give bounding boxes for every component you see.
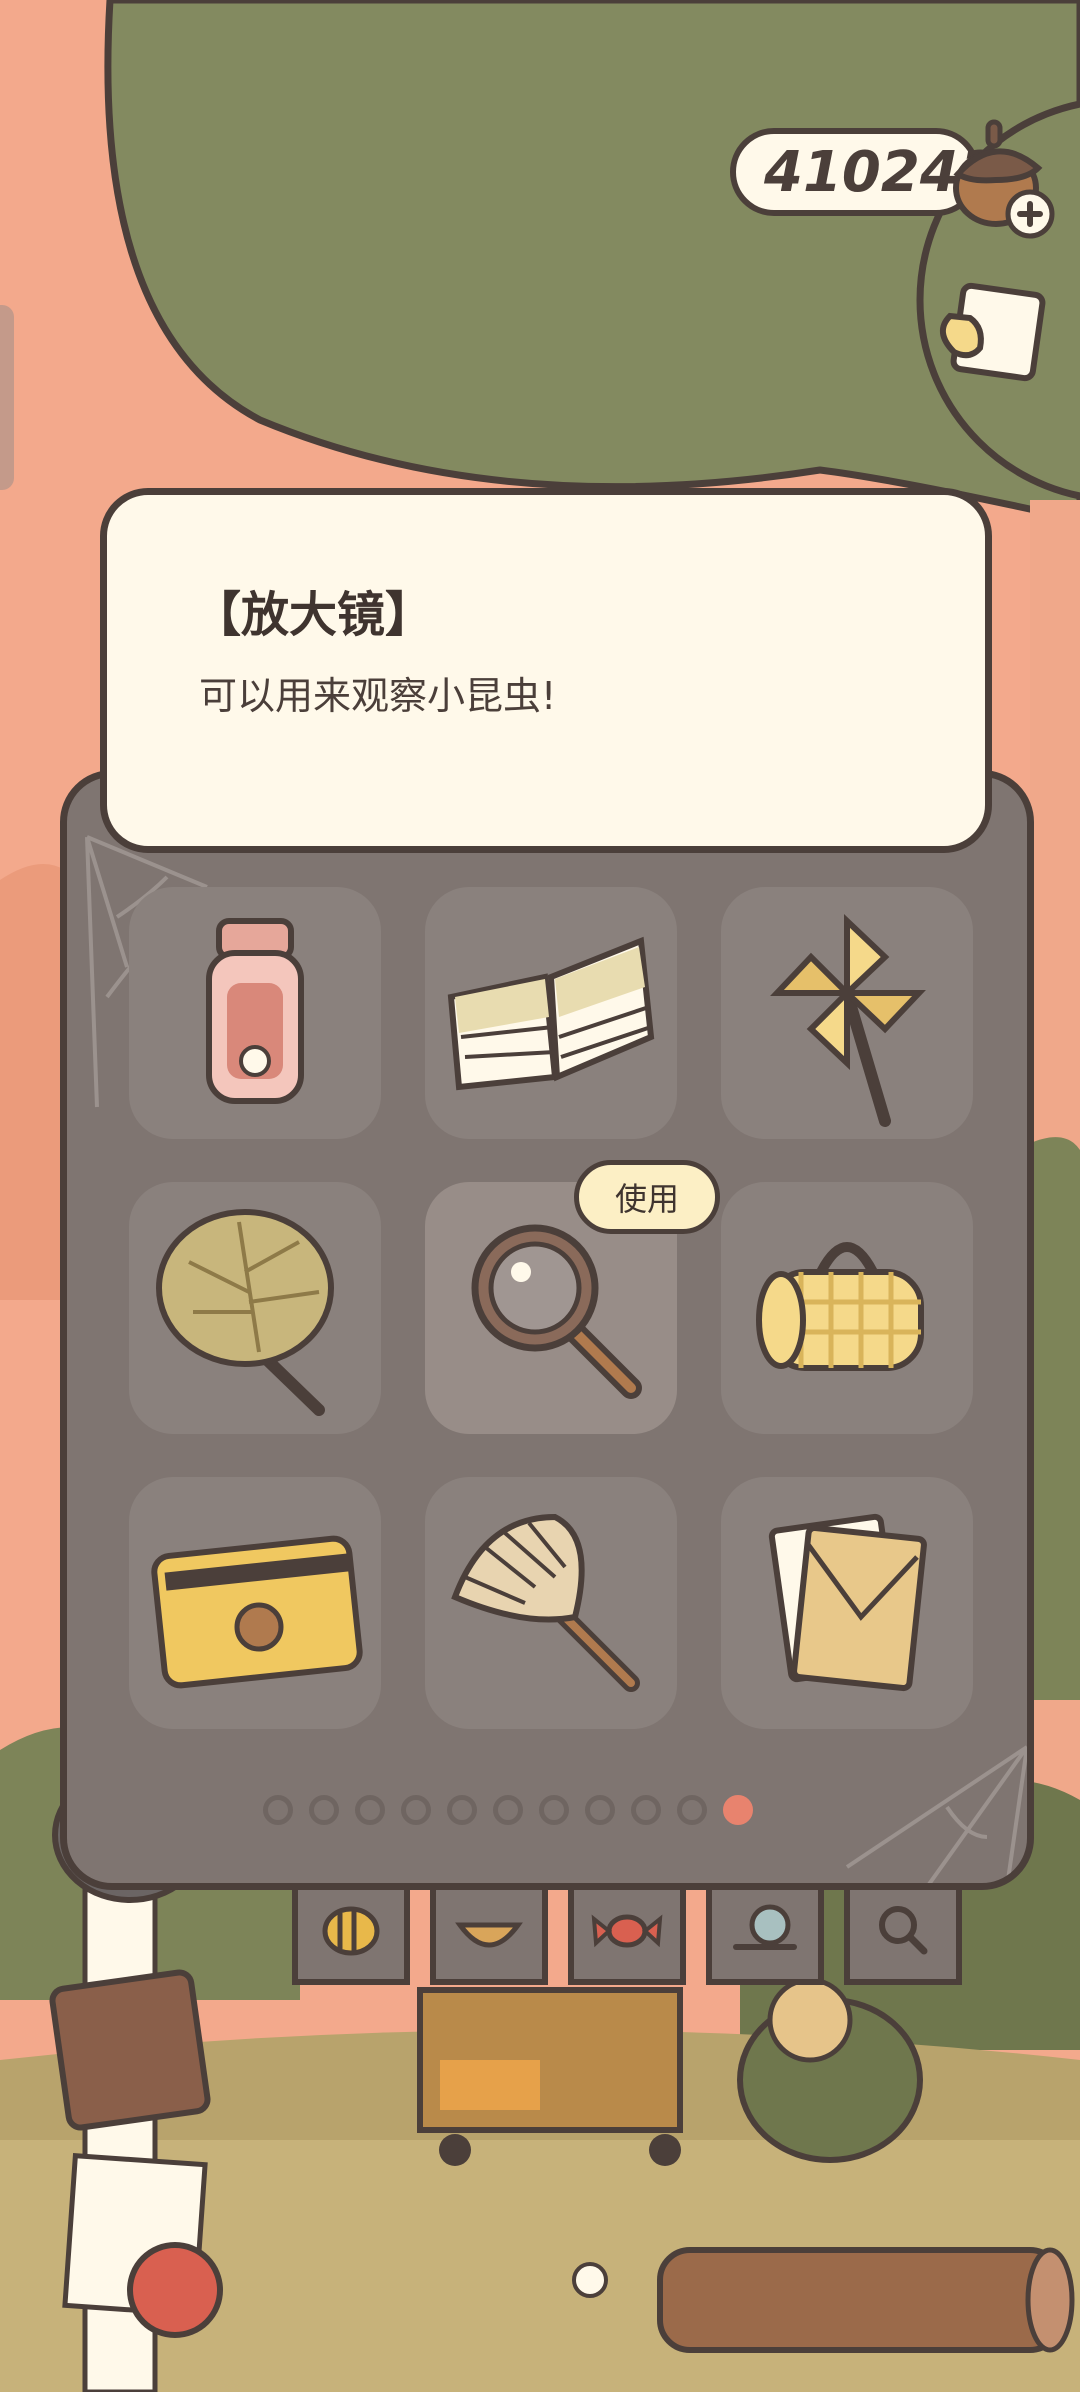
- cup-menu-button[interactable]: [930, 268, 1060, 398]
- tab-bowl[interactable]: [430, 1885, 548, 1985]
- book-icon: [447, 936, 655, 1091]
- page-indicator: [263, 1795, 753, 1835]
- side-handle[interactable]: [0, 305, 14, 490]
- pinwheel-icon: [770, 914, 926, 1127]
- page-dot[interactable]: [263, 1795, 293, 1825]
- bee-icon: [322, 1906, 380, 1956]
- candy-icon: [591, 1914, 663, 1948]
- search-icon: [879, 1906, 928, 1955]
- page-dot[interactable]: [631, 1795, 661, 1825]
- snail-icon: [733, 1904, 797, 1950]
- acorn-icon: [953, 119, 1055, 239]
- inventory-slot-book[interactable]: [425, 887, 677, 1139]
- inventory-slot-card[interactable]: [129, 1477, 381, 1729]
- inventory-slot-jar[interactable]: [129, 887, 381, 1139]
- item-description: 可以用来观察小昆虫!: [199, 674, 557, 718]
- use-button-label: 使用: [614, 1180, 679, 1218]
- item-title: 【放大镜】: [193, 587, 434, 643]
- feather-duster-icon: [451, 1513, 640, 1692]
- cup-icon: [940, 282, 1046, 382]
- inventory-slot-pinwheel[interactable]: [721, 887, 973, 1139]
- tab-bee[interactable]: [292, 1885, 410, 1985]
- picnic-mat-icon: [756, 1242, 924, 1371]
- inventory-slot-letter[interactable]: [721, 1477, 973, 1729]
- tab-candy[interactable]: [568, 1885, 686, 1985]
- jar-icon: [206, 918, 304, 1104]
- page-dot[interactable]: [539, 1795, 569, 1825]
- letter-icon: [768, 1513, 927, 1692]
- page-dot[interactable]: [493, 1795, 523, 1825]
- category-tabs: [292, 1885, 962, 1985]
- bowl-icon: [455, 1922, 523, 1948]
- card-icon: [151, 1535, 363, 1689]
- leaf-fan-icon: [156, 1209, 334, 1416]
- inventory-slot-picnic-mat[interactable]: [721, 1182, 973, 1434]
- acorn-shop-button[interactable]: [946, 110, 1066, 240]
- tab-search[interactable]: [844, 1885, 962, 1985]
- page-dot-active[interactable]: [723, 1795, 753, 1825]
- use-button[interactable]: 使用: [574, 1160, 720, 1234]
- inventory-panel: 使用: [60, 770, 1034, 1890]
- item-description-card: 【放大镜】 可以用来观察小昆虫!: [100, 488, 992, 853]
- page-dot[interactable]: [401, 1795, 431, 1825]
- acorn-counter: 410243: [730, 128, 998, 216]
- page-dot[interactable]: [355, 1795, 385, 1825]
- page-dot[interactable]: [447, 1795, 477, 1825]
- inventory-slot-feather-duster[interactable]: [425, 1477, 677, 1729]
- page-dot[interactable]: [309, 1795, 339, 1825]
- tab-snail[interactable]: [706, 1885, 824, 1985]
- inventory-slot-leaf-fan[interactable]: [129, 1182, 381, 1434]
- page-dot[interactable]: [585, 1795, 615, 1825]
- page-dot[interactable]: [677, 1795, 707, 1825]
